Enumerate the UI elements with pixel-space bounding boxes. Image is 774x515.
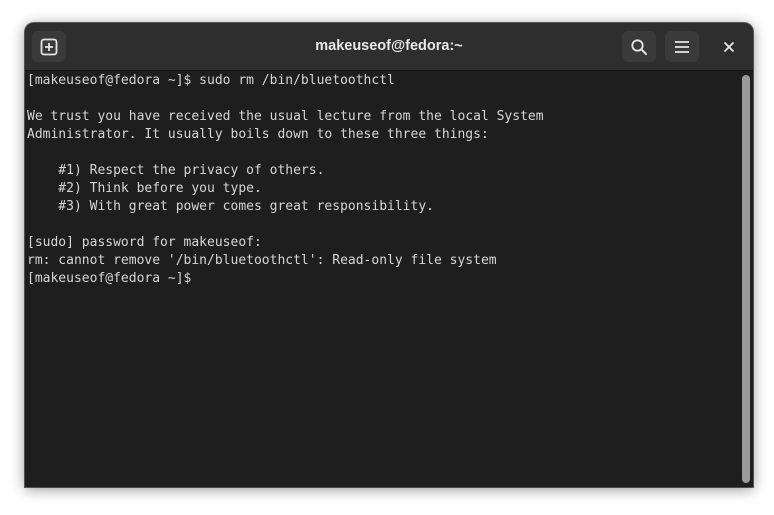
new-tab-icon: [40, 38, 58, 55]
terminal-line: [sudo] password for makeuseof:: [27, 235, 262, 250]
scrollbar-thumb[interactable]: [742, 75, 750, 483]
terminal-window: makeuseof@fedora:~ [makeuseof@fedora ~]$…: [25, 23, 753, 487]
search-button[interactable]: [622, 31, 656, 62]
terminal-line: Administrator. It usually boils down to …: [27, 127, 489, 142]
terminal-prompt-line: [makeuseof@fedora ~]$: [27, 271, 200, 286]
close-icon: [724, 42, 734, 52]
main-menu-button[interactable]: [665, 31, 699, 62]
titlebar[interactable]: makeuseof@fedora:~: [25, 23, 753, 71]
terminal-line: #3) With great power comes great respons…: [27, 199, 434, 214]
terminal-line: #1) Respect the privacy of others.: [27, 163, 325, 178]
scrollbar[interactable]: [742, 73, 750, 483]
terminal-line: #2) Think before you type.: [27, 181, 262, 196]
terminal-line: [makeuseof@fedora ~]$ sudo rm /bin/bluet…: [27, 73, 395, 88]
hamburger-menu-icon: [675, 40, 689, 53]
close-button[interactable]: [717, 35, 741, 59]
new-tab-button[interactable]: [32, 31, 66, 62]
terminal-line: rm: cannot remove '/bin/bluetoothctl': R…: [27, 253, 497, 268]
search-icon: [631, 38, 647, 55]
terminal-output[interactable]: [makeuseof@fedora ~]$ sudo rm /bin/bluet…: [25, 71, 737, 487]
terminal-line: We trust you have received the usual lec…: [27, 109, 544, 124]
